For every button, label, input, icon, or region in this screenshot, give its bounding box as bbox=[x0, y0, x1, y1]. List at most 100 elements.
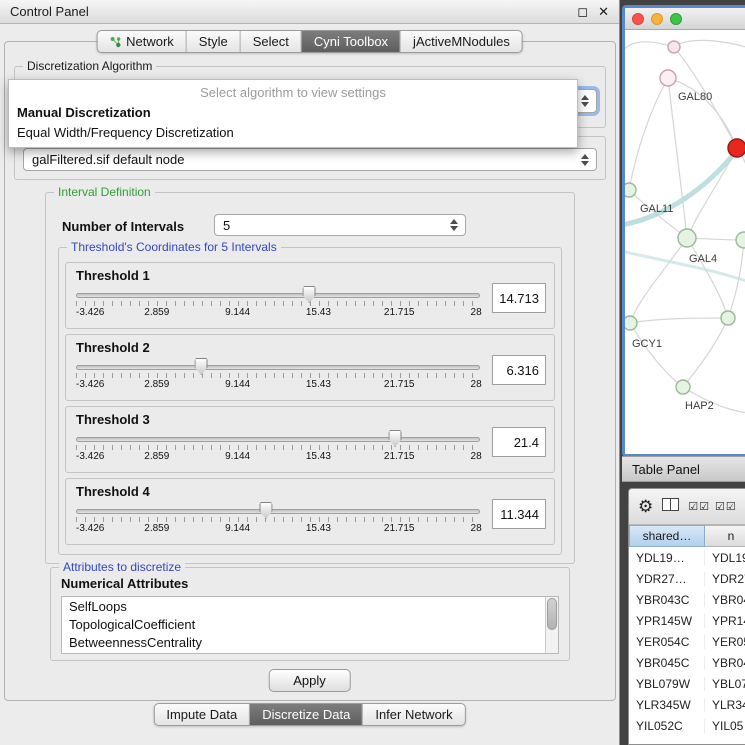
checkbox-icon[interactable]: ☑ bbox=[726, 500, 736, 513]
threshold-panel: Threshold 1-3.4262.8599.14415.4321.71528… bbox=[65, 262, 555, 329]
scale-label: 2.859 bbox=[144, 451, 169, 462]
thresholds-group: Threshold's Coordinates for 5 Intervals … bbox=[58, 247, 562, 555]
network-node[interactable] bbox=[625, 183, 636, 197]
bottom-tab-bar: Impute Data Discretize Data Infer Network bbox=[153, 703, 465, 726]
tab-label: Impute Data bbox=[166, 707, 237, 722]
tab-jactivemnodules[interactable]: jActiveMNodules bbox=[401, 31, 522, 52]
list-item[interactable]: BetweennessCentrality bbox=[63, 634, 544, 652]
tab-network[interactable]: Network bbox=[97, 31, 187, 52]
network-node[interactable] bbox=[721, 311, 735, 325]
network-node[interactable] bbox=[676, 380, 690, 394]
node-label: GAL80 bbox=[678, 91, 712, 103]
control-panel-titlebar: Control Panel ◻ ✕ bbox=[0, 0, 619, 24]
table-row[interactable]: YDR27…YDR27 bbox=[629, 568, 745, 589]
dropdown-item-equal-width-frequency-di[interactable]: Equal Width/Frequency Discretization bbox=[9, 123, 577, 143]
bottom-tab-impute-data[interactable]: Impute Data bbox=[154, 704, 250, 725]
scale-label: -3.426 bbox=[76, 451, 104, 462]
tab-label: Discretize Data bbox=[262, 707, 350, 722]
table-row[interactable]: YLR345WYLR34 bbox=[629, 694, 745, 715]
table-row[interactable]: YBR045CYBR04 bbox=[629, 652, 745, 673]
number-of-intervals-combo[interactable]: 5 bbox=[214, 214, 466, 236]
table-row[interactable]: YDL19…YDL19 bbox=[629, 547, 745, 568]
threshold-slider[interactable]: -3.4262.8599.14415.4321.71528 bbox=[76, 429, 480, 467]
threshold-label: Threshold 3 bbox=[66, 407, 554, 427]
threshold-label: Threshold 1 bbox=[66, 263, 554, 283]
slider-scale: -3.4262.8599.14415.4321.71528 bbox=[76, 523, 480, 535]
minimize-traffic-light-icon[interactable] bbox=[651, 13, 663, 25]
scale-label: 2.859 bbox=[144, 379, 169, 390]
table-row[interactable]: YER054CYER05 bbox=[629, 631, 745, 652]
columns-icon[interactable] bbox=[662, 498, 679, 516]
slider-rail bbox=[76, 437, 480, 442]
threshold-value-field[interactable]: 21.4 bbox=[492, 427, 546, 457]
control-panel-window: Control Panel ◻ ✕ NetworkStyleSelectCyni… bbox=[0, 0, 620, 745]
network-node[interactable] bbox=[625, 316, 637, 330]
tab-select[interactable]: Select bbox=[241, 31, 302, 52]
cell-name: YIL05 bbox=[705, 719, 745, 733]
threshold-value-field[interactable]: 14.713 bbox=[492, 283, 546, 313]
network-view-window: GAL80GAL11GAL4GCY1HAP2 bbox=[622, 5, 745, 457]
checkbox-icon[interactable]: ☑ bbox=[699, 500, 709, 513]
threshold-panel: Threshold 2-3.4262.8599.14415.4321.71528… bbox=[65, 334, 555, 401]
network-edge bbox=[630, 238, 687, 323]
scrollbar-thumb[interactable] bbox=[547, 598, 557, 630]
threshold-panel: Threshold 3-3.4262.8599.14415.4321.71528… bbox=[65, 406, 555, 473]
table-data-combo[interactable]: galFiltered.sif default node bbox=[23, 148, 597, 171]
threshold-value-field[interactable]: 6.316 bbox=[492, 355, 546, 385]
network-edge bbox=[629, 78, 668, 190]
bottom-tab-infer-network[interactable]: Infer Network bbox=[363, 704, 464, 725]
threshold-panel: Threshold 4-3.4262.8599.14415.4321.71528… bbox=[65, 478, 555, 545]
threshold-slider[interactable]: -3.4262.8599.14415.4321.71528 bbox=[76, 501, 480, 539]
dropdown-item-manual-discretization[interactable]: Manual Discretization bbox=[9, 103, 577, 123]
group-title-attributes: Attributes to discretize bbox=[59, 560, 185, 574]
network-edge bbox=[625, 250, 745, 292]
threshold-value-field[interactable]: 11.344 bbox=[492, 499, 546, 529]
float-window-icon[interactable]: ◻ bbox=[577, 5, 588, 18]
cell-shared-name: YPR145W bbox=[629, 614, 705, 628]
scale-label: 9.144 bbox=[225, 451, 250, 462]
tab-cyni-toolbox[interactable]: Cyni Toolbox bbox=[302, 31, 401, 52]
cell-shared-name: YLR345W bbox=[629, 698, 705, 712]
threshold-slider[interactable]: -3.4262.8599.14415.4321.71528 bbox=[76, 357, 480, 395]
list-item[interactable]: SelfLoops bbox=[63, 598, 544, 616]
table-row[interactable]: YPR145WYPR14 bbox=[629, 610, 745, 631]
threshold-label: Threshold 2 bbox=[66, 335, 554, 355]
bottom-tab-discretize-data[interactable]: Discretize Data bbox=[250, 704, 363, 725]
apply-button[interactable]: Apply bbox=[268, 669, 351, 692]
interval-definition-group: Interval Definition Number of Intervals … bbox=[45, 192, 575, 564]
close-window-icon[interactable]: ✕ bbox=[598, 5, 609, 18]
network-node[interactable] bbox=[660, 70, 676, 86]
network-node[interactable] bbox=[736, 232, 745, 248]
table-panel-header: Table Panel bbox=[622, 456, 745, 482]
zoom-traffic-light-icon[interactable] bbox=[670, 13, 682, 25]
network-node[interactable] bbox=[668, 41, 680, 53]
cell-name: YER05 bbox=[705, 635, 745, 649]
slider-scale: -3.4262.8599.14415.4321.71528 bbox=[76, 451, 480, 463]
table-toolbar: ⚙ ☑ ☑ ☑ ☑ bbox=[629, 489, 745, 525]
network-canvas[interactable]: GAL80GAL11GAL4GCY1HAP2 bbox=[625, 30, 745, 457]
combo-stepper-icon bbox=[577, 154, 593, 166]
tab-style[interactable]: Style bbox=[187, 31, 241, 52]
close-traffic-light-icon[interactable] bbox=[632, 13, 644, 25]
column-header[interactable]: shared… bbox=[629, 525, 705, 547]
cell-shared-name: YBR043C bbox=[629, 593, 705, 607]
checkbox-icon[interactable]: ☑ bbox=[688, 500, 698, 513]
list-item[interactable]: TopologicalCoefficient bbox=[63, 616, 544, 634]
scale-label: 15.43 bbox=[306, 451, 331, 462]
table-row[interactable]: YBL079WYBL07 bbox=[629, 673, 745, 694]
scale-label: -3.426 bbox=[76, 307, 104, 318]
cell-shared-name: YDL19… bbox=[629, 551, 705, 565]
gear-icon[interactable]: ⚙ bbox=[638, 498, 653, 515]
network-node[interactable] bbox=[678, 229, 696, 247]
network-node[interactable] bbox=[728, 139, 745, 157]
table-row[interactable]: YIL052CYIL05 bbox=[629, 715, 745, 736]
column-header[interactable]: n bbox=[705, 525, 745, 547]
tab-label: jActiveMNodules bbox=[413, 34, 510, 49]
cell-shared-name: YER054C bbox=[629, 635, 705, 649]
checkbox-icon[interactable]: ☑ bbox=[715, 500, 725, 513]
threshold-slider[interactable]: -3.4262.8599.14415.4321.71528 bbox=[76, 285, 480, 323]
table-row[interactable]: YBR043CYBR04 bbox=[629, 589, 745, 610]
scale-label: -3.426 bbox=[76, 523, 104, 534]
list-scrollbar[interactable] bbox=[545, 597, 558, 653]
dropdown-item-select-algorithm-to-view[interactable]: Select algorithm to view settings bbox=[9, 83, 577, 103]
